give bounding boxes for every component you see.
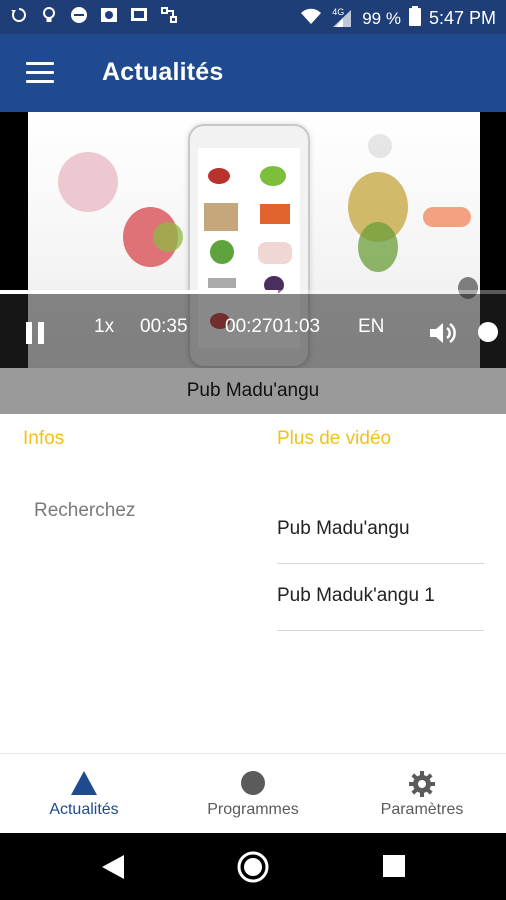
more-videos-heading: Plus de vidéo <box>277 428 392 449</box>
screen-fruit <box>208 168 230 184</box>
bottom-navigation: Actualités Programmes Paramètres <box>0 753 506 834</box>
video-title-bar: Pub Madu'angu <box>0 368 506 414</box>
status-bar: 4G 99 % 5:47 PM <box>0 0 506 34</box>
triangle-icon <box>70 770 98 801</box>
cast-icon <box>130 6 148 24</box>
fruit-decoration <box>58 152 118 212</box>
sync-icon <box>10 6 28 24</box>
system-navigation-bar <box>0 833 506 900</box>
minus-circle-icon <box>70 6 88 24</box>
volume-knob[interactable] <box>478 322 498 342</box>
recents-icon[interactable] <box>383 855 405 882</box>
lightbulb-icon <box>40 6 58 24</box>
video-list-item-title: Pub Madu'angu <box>277 518 410 539</box>
nav-label: Actualités <box>49 801 119 818</box>
network-type: 4G <box>332 6 345 17</box>
nav-item-programmes[interactable]: Programmes <box>169 754 337 834</box>
video-list-item[interactable]: Pub Madu'angu <box>277 497 484 564</box>
nav-item-actualites[interactable]: Actualités <box>0 754 168 834</box>
nav-item-parametres[interactable]: Paramètres <box>338 754 506 834</box>
battery-icon <box>408 6 421 31</box>
circle-icon <box>240 770 266 801</box>
page-title: Actualités <box>102 58 224 86</box>
app-bar: Actualités <box>0 34 506 112</box>
volume-icon[interactable] <box>428 320 458 346</box>
pause-button[interactable] <box>26 322 46 344</box>
wifi-icon <box>300 7 322 30</box>
video-player[interactable]: 1x 00:35 00:2701:03 EN <box>0 112 506 368</box>
battery-percent: 99 % <box>362 8 401 28</box>
nav-label: Paramètres <box>380 801 464 818</box>
screen-fruit <box>258 242 292 264</box>
video-title: Pub Madu'angu <box>186 380 320 401</box>
image-icon <box>100 6 118 24</box>
fruit-decoration <box>423 207 471 227</box>
video-list-item[interactable]: Pub Maduk'angu 1 <box>277 564 484 631</box>
fruit-decoration <box>153 222 183 252</box>
home-icon[interactable] <box>237 851 269 888</box>
screen-fruit <box>204 203 238 231</box>
screen-fruit <box>260 166 286 186</box>
usb-icon <box>160 6 178 24</box>
screen-fruit <box>208 278 236 288</box>
infos-heading: Infos <box>23 428 65 449</box>
current-time: 00:35 <box>140 316 188 337</box>
search-link[interactable]: Recherchez <box>34 500 135 522</box>
screen-fruit <box>260 204 290 224</box>
duration: 00:2701:03 <box>225 316 321 337</box>
back-icon[interactable] <box>100 853 126 886</box>
fruit-decoration <box>358 222 398 272</box>
fruit-decoration <box>368 134 392 158</box>
hamburger-menu-icon[interactable] <box>26 62 54 84</box>
clock: 5:47 PM <box>428 8 496 28</box>
screen-fruit <box>210 240 234 264</box>
nav-label: Programmes <box>207 801 299 818</box>
language-button[interactable]: EN <box>358 316 384 338</box>
gear-icon <box>408 770 436 803</box>
cell-signal-icon: 4G <box>330 6 354 29</box>
speed-button[interactable]: 1x <box>94 316 114 338</box>
video-list-item-title: Pub Maduk'angu 1 <box>277 585 435 606</box>
